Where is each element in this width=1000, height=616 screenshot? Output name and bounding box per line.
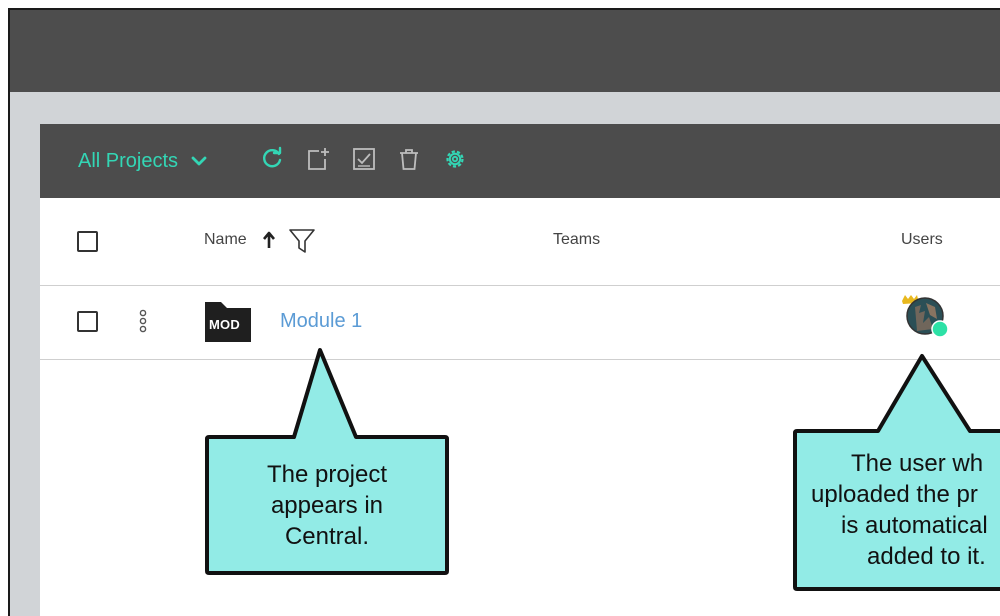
callout-line: is automatical xyxy=(841,512,988,539)
callout-line: The user wh xyxy=(851,450,984,477)
row-select-checkbox[interactable] xyxy=(77,311,98,332)
callout-line: Central. xyxy=(284,523,370,550)
module-file-icon: MOD xyxy=(203,300,253,344)
column-header-users[interactable]: Users xyxy=(901,231,943,249)
filter-icon[interactable] xyxy=(288,227,316,255)
table-row[interactable]: MOD Module 1 xyxy=(40,286,1000,360)
project-filter-dropdown[interactable]: All Projects xyxy=(78,148,208,174)
trash-icon[interactable] xyxy=(395,145,423,173)
chevron-down-icon xyxy=(191,156,207,166)
settings-icon[interactable] xyxy=(441,145,469,173)
user-avatar[interactable] xyxy=(899,293,951,345)
project-name-link[interactable]: Module 1 xyxy=(280,310,362,333)
callout-line: appears in xyxy=(270,492,384,519)
online-status-dot xyxy=(931,320,949,338)
column-header-teams[interactable]: Teams xyxy=(553,231,600,249)
select-all-checkbox[interactable] xyxy=(77,231,98,252)
column-header-name[interactable]: Name xyxy=(204,231,247,249)
callout-line: added to it. xyxy=(867,543,986,570)
callout-user-added: The user wh uploaded the pr is automatic… xyxy=(799,448,1000,572)
refresh-icon[interactable] xyxy=(258,145,286,173)
app-header-bar xyxy=(10,10,1000,92)
module-type-badge: MOD xyxy=(209,317,240,332)
callout-line: uploaded the pr xyxy=(811,481,978,508)
callout-line: The project xyxy=(266,461,388,488)
project-filter-label: All Projects xyxy=(78,149,179,172)
checklist-icon[interactable] xyxy=(350,145,378,173)
table-header-row: Name Teams Users xyxy=(40,198,1000,286)
new-project-icon[interactable] xyxy=(304,145,332,173)
projects-toolbar: All Projects xyxy=(40,124,1000,198)
row-actions-menu-icon[interactable] xyxy=(138,308,148,336)
callout-project-appears: The project appears in Central. xyxy=(209,459,445,552)
sort-ascending-icon[interactable] xyxy=(262,231,276,249)
